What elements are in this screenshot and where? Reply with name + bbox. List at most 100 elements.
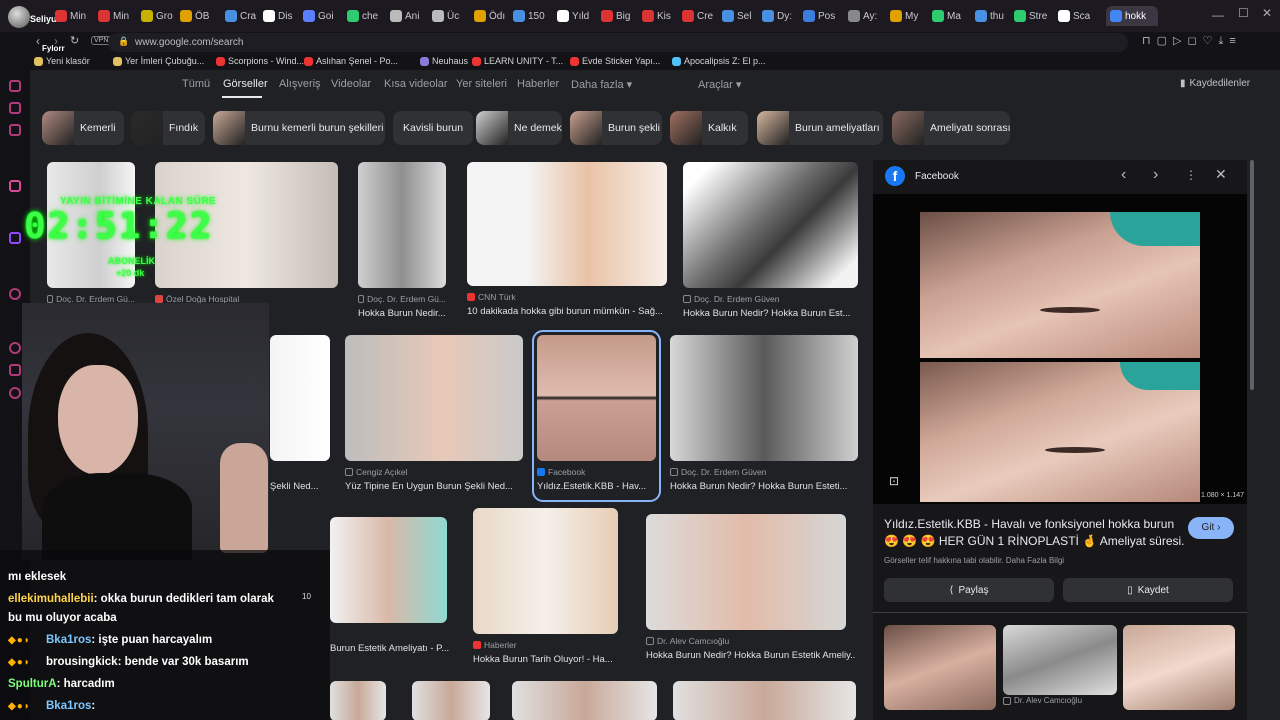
bookmark-item[interactable]: Aslıhan Şenel - Po...: [304, 56, 398, 66]
page-scrollbar[interactable]: [1250, 160, 1254, 390]
related-search-chip[interactable]: Kalkık: [670, 111, 748, 145]
browser-tab[interactable]: Üc: [432, 6, 470, 26]
related-search-chip[interactable]: Ameliyatı sonrası: [892, 111, 1010, 145]
result-thumbnail[interactable]: [270, 335, 330, 461]
download-icon[interactable]: ⤓: [1218, 35, 1229, 47]
sidebar-history-icon[interactable]: [9, 342, 21, 354]
browser-tab[interactable]: che: [347, 6, 385, 26]
browser-tab[interactable]: My: [890, 6, 928, 26]
bookmark-item[interactable]: Yeni klasör: [34, 56, 90, 66]
search-tab[interactable]: Videolar: [331, 78, 371, 90]
related-thumb-3[interactable]: [1123, 625, 1235, 710]
browser-tab[interactable]: Min: [98, 6, 136, 26]
sidebar-home-icon[interactable]: [9, 80, 21, 92]
result-thumbnail[interactable]: [537, 335, 656, 461]
result-title[interactable]: Burun Estetik Ameliyatı - P...: [330, 643, 457, 654]
wallet-icon[interactable]: ◻: [1187, 35, 1202, 47]
chat-username[interactable]: Bka1ros: [46, 634, 91, 646]
bookmark-item[interactable]: Evde Sticker Yapı...: [570, 56, 660, 66]
related-search-chip[interactable]: Kavisli burun: [393, 111, 473, 145]
search-tab[interactable]: Alışveriş: [279, 78, 321, 90]
chat-username[interactable]: brousingkick: [46, 656, 118, 668]
image-result-card[interactable]: Cengiz Açıkel Yüz Tipine En Uygun Burun Ş…: [345, 335, 523, 497]
image-result-card[interactable]: Şekli Ned...: [270, 335, 330, 497]
play-icon[interactable]: ▷: [1173, 35, 1187, 47]
search-tab[interactable]: Görseller: [223, 78, 268, 90]
chat-username[interactable]: ellekimuhallebii: [8, 593, 94, 605]
result-title[interactable]: Hokka Burun Nedir? Hokka Burun Est...: [683, 308, 868, 319]
result-thumbnail[interactable]: [412, 681, 490, 720]
image-result-card[interactable]: Doç. Dr. Erdem Güven Hokka Burun Nedir? H…: [670, 335, 858, 497]
image-result-card[interactable]: Dr. Alev Camcıoğlu Hokka Burun Nedir? Hok…: [646, 514, 856, 666]
result-thumbnail[interactable]: [473, 508, 618, 634]
search-tab[interactable]: Haberler: [517, 78, 559, 90]
related-search-chip[interactable]: Burun ameliyatları: [757, 111, 883, 145]
browser-tab[interactable]: Ma: [932, 6, 970, 26]
browser-tab[interactable]: Dis: [263, 6, 301, 26]
result-title[interactable]: Hokka Burun Nedir? Hokka Burun Esteti...: [670, 481, 868, 492]
visit-button[interactable]: Git ›: [1188, 517, 1234, 539]
sidebar-messenger-icon[interactable]: [9, 124, 21, 136]
related-search-chip[interactable]: Kemerli: [42, 111, 124, 145]
related-search-chip[interactable]: Burnu kemerli burun şekilleri: [213, 111, 385, 145]
snapshot-icon[interactable]: ▢: [1157, 35, 1173, 47]
search-tab[interactable]: Tümü: [182, 78, 210, 90]
profile-avatar[interactable]: [8, 6, 30, 28]
browser-tab[interactable]: thu: [975, 6, 1013, 26]
related-search-chip[interactable]: Ne demek: [476, 111, 562, 145]
result-thumbnail[interactable]: [345, 335, 523, 461]
sidebar-settings-icon[interactable]: [9, 387, 21, 399]
saved-link[interactable]: ▮ Kaydedilenler: [1180, 78, 1250, 89]
lens-icon[interactable]: ⊡: [889, 474, 899, 488]
reload-icon[interactable]: ↻: [70, 34, 79, 47]
browser-tab[interactable]: Big: [601, 6, 639, 26]
browser-tab[interactable]: 150: [513, 6, 551, 26]
browser-tab[interactable]: Ay:: [848, 6, 886, 26]
browser-tab[interactable]: Ödı: [474, 6, 512, 26]
sidebar-player-icon[interactable]: [9, 288, 21, 300]
save-button[interactable]: ▯ Kaydet: [1063, 578, 1233, 602]
sidebar-pinboard-icon[interactable]: [9, 102, 21, 114]
result-thumbnail[interactable]: [467, 162, 667, 286]
browser-tab[interactable]: Min: [55, 6, 93, 26]
image-result-card[interactable]: Burun Estetik Ameliyatı - P...: [330, 517, 449, 659]
pin-icon[interactable]: ⊓: [1142, 35, 1157, 47]
minimize-icon[interactable]: —: [1212, 8, 1224, 22]
bookmark-item[interactable]: Neuhaus: [420, 56, 468, 66]
close-window-icon[interactable]: ✕: [1262, 6, 1272, 20]
browser-tab[interactable]: Stre: [1014, 6, 1052, 26]
result-title[interactable]: Şekli Ned...: [270, 481, 340, 492]
result-title[interactable]: Hokka Burun Tarih Oluyor! - Ha...: [473, 654, 628, 665]
image-result-card[interactable]: Doç. Dr. Erdem Güven Hokka Burun Nedir? H…: [683, 162, 858, 324]
image-result-card[interactable]: Doç. Dr. Erdem Gü... Hokka Burun Nedir...: [358, 162, 446, 324]
browser-tab[interactable]: hokk: [1106, 6, 1158, 26]
related-thumb-2[interactable]: [1003, 625, 1117, 695]
image-result-card[interactable]: CNN Türk 10 dakikada hokka gibi burun müm…: [467, 162, 667, 322]
result-thumbnail[interactable]: [646, 514, 846, 630]
result-thumbnail[interactable]: [512, 681, 657, 720]
result-title[interactable]: Yüz Tipine En Uygun Burun Şekli Ned...: [345, 481, 533, 492]
browser-tab[interactable]: Pos: [803, 6, 841, 26]
browser-tab[interactable]: Dy:: [762, 6, 800, 26]
url-input[interactable]: 🔒 www.google.com/search: [108, 33, 1128, 52]
browser-tab[interactable]: Sca: [1058, 6, 1096, 26]
bookmark-item[interactable]: Yer İmleri Çubuğu...: [113, 56, 204, 66]
related-thumb-1[interactable]: [884, 625, 996, 710]
forward-icon[interactable]: ›: [54, 34, 58, 48]
result-title[interactable]: Hokka Burun Nedir? Hokka Burun Estetik A…: [646, 650, 856, 661]
chat-username[interactable]: Bka1ros: [46, 700, 91, 712]
browser-tab[interactable]: Sel: [722, 6, 760, 26]
browser-tab[interactable]: Cre: [682, 6, 720, 26]
preview-title-line2[interactable]: 😍 😍 😍 HER GÜN 1 RİNOPLASTİ 🤞 Ameliyat sü…: [884, 534, 1184, 548]
sidebar-extensions-icon[interactable]: [9, 364, 21, 376]
menu-icon[interactable]: ≡: [1229, 35, 1241, 47]
browser-tab[interactable]: ÖB: [180, 6, 218, 26]
heart-icon[interactable]: ♡: [1203, 35, 1219, 47]
maximize-icon[interactable]: ☐: [1238, 6, 1249, 20]
browser-tab[interactable]: Ani: [390, 6, 428, 26]
bookmark-item[interactable]: LEARN UNITY - T...: [472, 56, 563, 66]
result-thumbnail[interactable]: [683, 162, 858, 288]
search-tab[interactable]: Araçlar ▾: [698, 78, 741, 91]
search-tab[interactable]: Daha fazla ▾: [571, 78, 632, 91]
browser-tab[interactable]: Cra: [225, 6, 263, 26]
